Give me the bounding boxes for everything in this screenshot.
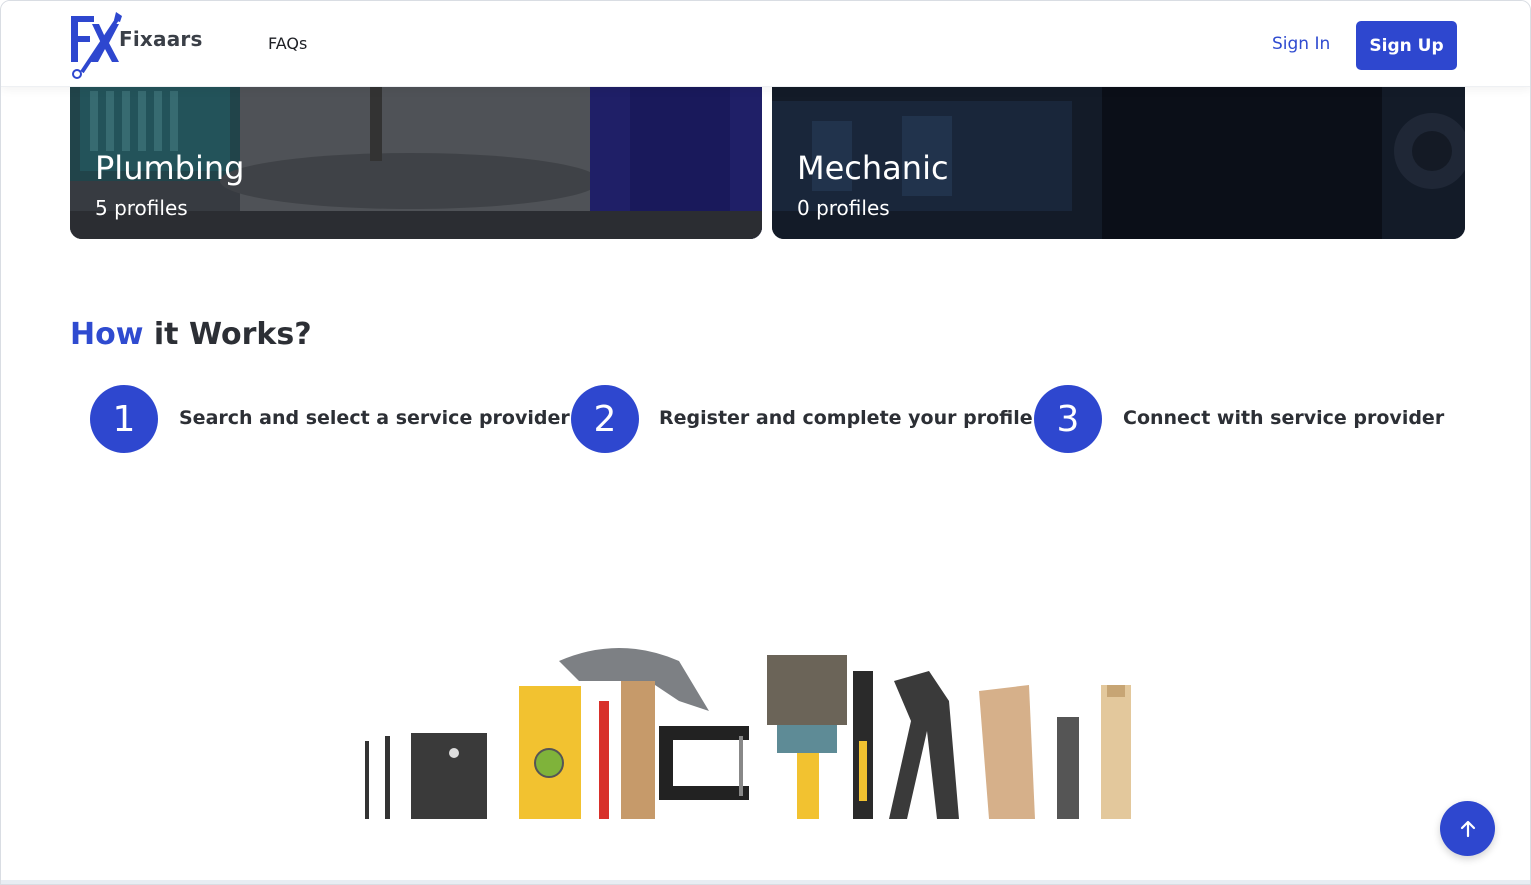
footer-edge bbox=[1, 880, 1530, 884]
category-card-mechanic[interactable]: Mechanic 0 profiles bbox=[772, 61, 1465, 239]
step-text-1: Search and select a service provider bbox=[179, 407, 570, 429]
brand-name: Fixaars bbox=[119, 27, 203, 51]
step-number-1: 1 bbox=[90, 385, 158, 453]
tools-illustration bbox=[359, 641, 1156, 819]
sign-in-link[interactable]: Sign In bbox=[1272, 34, 1330, 54]
navbar: Fixaars FAQs Sign In Sign Up bbox=[1, 1, 1530, 87]
heading-rest: it Works? bbox=[153, 317, 312, 352]
nav-faqs-link[interactable]: FAQs bbox=[268, 34, 307, 53]
category-count: 5 profiles bbox=[95, 196, 188, 220]
step-number-3: 3 bbox=[1034, 385, 1102, 453]
category-title: Plumbing bbox=[95, 149, 245, 187]
sign-up-button[interactable]: Sign Up bbox=[1356, 21, 1457, 70]
step-text-3: Connect with service provider bbox=[1123, 407, 1445, 429]
category-card-plumbing[interactable]: Plumbing 5 profiles bbox=[70, 61, 762, 239]
step-text-2: Register and complete your profile bbox=[659, 407, 1033, 429]
how-it-works-heading: How it Works? bbox=[70, 317, 312, 352]
category-title: Mechanic bbox=[797, 149, 949, 187]
category-count: 0 profiles bbox=[797, 196, 890, 220]
page: Plumbing 5 profiles Mechanic 0 profiles bbox=[0, 0, 1531, 885]
arrow-up-icon bbox=[1460, 820, 1475, 837]
heading-accent: How bbox=[70, 317, 144, 352]
step-number-2: 2 bbox=[571, 385, 639, 453]
brand-logo[interactable]: Fixaars bbox=[68, 10, 203, 80]
scroll-to-top-button[interactable] bbox=[1440, 801, 1495, 856]
